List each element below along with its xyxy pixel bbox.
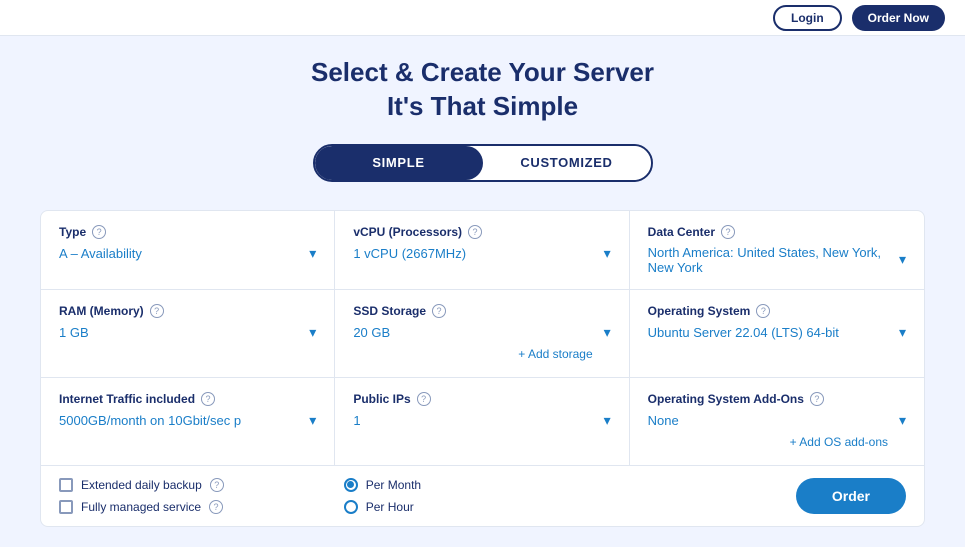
form-grid: Type ? A – Availability ▾ vCPU (Processo… — [41, 211, 924, 465]
type-chevron: ▾ — [309, 245, 316, 262]
traffic-value: 5000GB/month on 10Gbit/sec p — [59, 413, 303, 428]
os-chevron: ▾ — [899, 324, 906, 341]
traffic-select[interactable]: 5000GB/month on 10Gbit/sec p ▾ — [59, 412, 316, 429]
order-action: Order — [421, 478, 906, 514]
per-month-radio[interactable] — [344, 478, 358, 492]
vcpu-select[interactable]: 1 vCPU (2667MHz) ▾ — [353, 245, 610, 262]
vcpu-chevron: ▾ — [604, 245, 611, 262]
public-ips-label: Public IPs — [353, 392, 410, 406]
managed-service-help-icon[interactable]: ? — [209, 500, 223, 514]
ssd-field: SSD Storage ? 20 GB ▾ + Add storage — [335, 290, 629, 378]
title-line2: It's That Simple — [387, 91, 578, 121]
ram-help-icon[interactable]: ? — [150, 304, 164, 318]
ssd-help-icon[interactable]: ? — [432, 304, 446, 318]
per-hour-label: Per Hour — [366, 500, 414, 514]
billing-row: Extended daily backup ? Fully managed se… — [41, 465, 924, 526]
top-bar: Login Order Now — [0, 0, 965, 36]
ssd-chevron: ▾ — [604, 324, 611, 341]
mode-toggle: SIMPLE CUSTOMIZED — [313, 144, 653, 182]
order-now-button[interactable]: Order Now — [852, 5, 945, 31]
os-addons-chevron: ▾ — [899, 412, 906, 429]
ssd-label: SSD Storage — [353, 304, 426, 318]
traffic-field: Internet Traffic included ? 5000GB/month… — [41, 378, 335, 465]
os-select[interactable]: Ubuntu Server 22.04 (LTS) 64-bit ▾ — [648, 324, 906, 341]
datacenter-label: Data Center — [648, 225, 715, 239]
form-container: Type ? A – Availability ▾ vCPU (Processo… — [40, 210, 925, 527]
per-hour-row: Per Hour — [344, 500, 421, 514]
traffic-chevron: ▾ — [309, 412, 316, 429]
os-help-icon[interactable]: ? — [756, 304, 770, 318]
datacenter-help-icon[interactable]: ? — [721, 225, 735, 239]
extended-backup-checkbox[interactable] — [59, 478, 73, 492]
os-addons-value: None — [648, 413, 893, 428]
main-content: Select & Create Your Server It's That Si… — [0, 36, 965, 547]
traffic-label: Internet Traffic included — [59, 392, 195, 406]
vcpu-field: vCPU (Processors) ? 1 vCPU (2667MHz) ▾ — [335, 211, 629, 290]
public-ips-help-icon[interactable]: ? — [417, 392, 431, 406]
public-ips-chevron: ▾ — [604, 412, 611, 429]
os-addons-help-icon[interactable]: ? — [810, 392, 824, 406]
extended-backup-label: Extended daily backup — [81, 478, 202, 492]
datacenter-chevron: ▾ — [899, 251, 906, 268]
extras-checks: Extended daily backup ? Fully managed se… — [59, 478, 224, 514]
os-addons-field: Operating System Add-Ons ? None ▾ + Add … — [630, 378, 924, 465]
os-value: Ubuntu Server 22.04 (LTS) 64-bit — [648, 325, 893, 340]
toggle-container: SIMPLE CUSTOMIZED — [40, 144, 925, 182]
public-ips-value: 1 — [353, 413, 597, 428]
customized-toggle[interactable]: CUSTOMIZED — [483, 146, 651, 180]
type-value: A – Availability — [59, 246, 303, 261]
ram-select[interactable]: 1 GB ▾ — [59, 324, 316, 341]
vcpu-help-icon[interactable]: ? — [468, 225, 482, 239]
datacenter-select[interactable]: North America: United States, New York, … — [648, 245, 906, 275]
order-button[interactable]: Order — [796, 478, 906, 514]
managed-service-label: Fully managed service — [81, 500, 201, 514]
add-os-addons-link[interactable]: + Add OS add-ons — [772, 431, 906, 453]
os-field: Operating System ? Ubuntu Server 22.04 (… — [630, 290, 924, 378]
os-label: Operating System — [648, 304, 751, 318]
ssd-select[interactable]: 20 GB ▾ — [353, 324, 610, 341]
datacenter-field: Data Center ? North America: United Stat… — [630, 211, 924, 290]
ram-chevron: ▾ — [309, 324, 316, 341]
public-ips-field: Public IPs ? 1 ▾ — [335, 378, 629, 465]
ram-value: 1 GB — [59, 325, 303, 340]
vcpu-label: vCPU (Processors) — [353, 225, 462, 239]
datacenter-value: North America: United States, New York, … — [648, 245, 893, 275]
extended-backup-help-icon[interactable]: ? — [210, 478, 224, 492]
os-addons-select[interactable]: None ▾ — [648, 412, 906, 429]
vcpu-value: 1 vCPU (2667MHz) — [353, 246, 597, 261]
billing-radios: Per Month Per Hour — [344, 478, 421, 514]
ram-label: RAM (Memory) — [59, 304, 144, 318]
managed-service-checkbox[interactable] — [59, 500, 73, 514]
os-addons-label: Operating System Add-Ons — [648, 392, 804, 406]
per-month-row: Per Month — [344, 478, 421, 492]
public-ips-select[interactable]: 1 ▾ — [353, 412, 610, 429]
traffic-help-icon[interactable]: ? — [201, 392, 215, 406]
page-title: Select & Create Your Server It's That Si… — [40, 56, 925, 124]
type-label: Type — [59, 225, 86, 239]
per-month-label: Per Month — [366, 478, 421, 492]
add-storage-link[interactable]: + Add storage — [500, 343, 610, 365]
ram-field: RAM (Memory) ? 1 GB ▾ — [41, 290, 335, 378]
login-button[interactable]: Login — [773, 5, 842, 31]
title-line1: Select & Create Your Server — [311, 57, 654, 87]
managed-service-row: Fully managed service ? — [59, 500, 224, 514]
type-help-icon[interactable]: ? — [92, 225, 106, 239]
simple-toggle[interactable]: SIMPLE — [315, 146, 483, 180]
type-select[interactable]: A – Availability ▾ — [59, 245, 316, 262]
type-field: Type ? A – Availability ▾ — [41, 211, 335, 290]
per-hour-radio[interactable] — [344, 500, 358, 514]
ssd-value: 20 GB — [353, 325, 597, 340]
extended-backup-row: Extended daily backup ? — [59, 478, 224, 492]
